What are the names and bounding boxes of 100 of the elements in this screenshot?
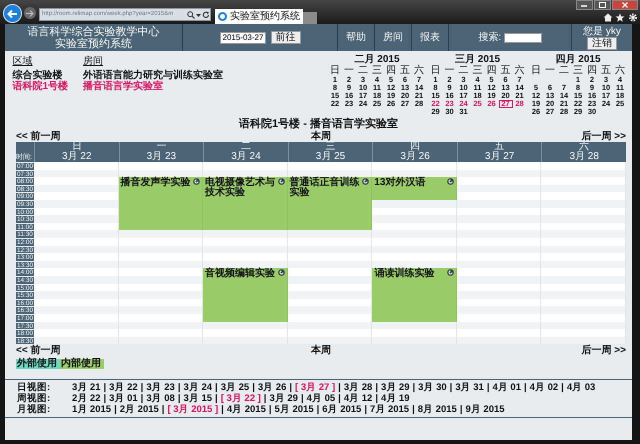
- weekday-label: 三: [472, 64, 484, 76]
- weekday-label: 三: [572, 64, 584, 76]
- view-link[interactable]: [ 3月 22 ]: [220, 392, 261, 404]
- view-link[interactable]: 3月 26: [258, 382, 286, 393]
- weekday-label: 四: [410, 142, 420, 152]
- legend-item: 内部使用: [60, 358, 104, 369]
- close-window-button[interactable]: [612, 0, 638, 10]
- booking-title: 音视频编辑实验: [205, 269, 276, 280]
- view-link[interactable]: 3月 22: [109, 382, 138, 393]
- search-field[interactable]: [504, 32, 542, 42]
- new-tab-button[interactable]: [303, 12, 317, 24]
- next-week-link[interactable]: 后一周 >>: [582, 345, 626, 356]
- view-link[interactable]: 6月 2015: [322, 404, 362, 415]
- view-link[interactable]: 4月 19: [380, 392, 410, 404]
- booking-header[interactable]: 诵读训练实验: [372, 268, 457, 292]
- view-link[interactable]: 3月 29: [269, 392, 298, 404]
- browser-tab[interactable]: 实验室预约系统: [215, 9, 303, 24]
- logout-button[interactable]: 注销: [587, 36, 617, 50]
- view-link[interactable]: 3月 30: [418, 382, 447, 393]
- refresh-icon[interactable]: [202, 10, 210, 18]
- prev-week-link[interactable]: << 前一周: [16, 345, 60, 356]
- calendar-title[interactable]: 三月 2015: [428, 54, 526, 64]
- view-link[interactable]: 3月 25: [220, 382, 250, 393]
- next-week-link[interactable]: 后一周 >>: [582, 131, 626, 142]
- column-heading[interactable]: 区域: [12, 56, 68, 67]
- nav-link[interactable]: 房间: [383, 32, 403, 43]
- view-link[interactable]: 7月 2015: [370, 404, 410, 415]
- separator: |: [338, 382, 341, 393]
- weekday-label: 一: [444, 64, 456, 76]
- booking-header[interactable]: 电视摄像艺术与技术实验: [203, 177, 288, 200]
- view-link[interactable]: 9月 2015: [465, 404, 505, 415]
- nav-link[interactable]: 报表: [420, 32, 440, 43]
- this-week-link[interactable]: 本周: [311, 131, 331, 142]
- view-link[interactable]: 4月 12: [344, 392, 372, 404]
- home-icon[interactable]: [602, 12, 612, 22]
- prev-week-link[interactable]: << 前一周: [16, 131, 60, 142]
- weekday-label: 六: [579, 142, 590, 152]
- separator: |: [268, 404, 272, 415]
- view-link[interactable]: 3月 21: [72, 382, 100, 393]
- maximize-button[interactable]: [594, 0, 610, 10]
- weekday-label: 三: [325, 142, 336, 152]
- view-link[interactable]: 1月 2015: [72, 404, 112, 415]
- view-link[interactable]: 3月 23: [146, 382, 175, 393]
- view-link[interactable]: 4月 05: [306, 392, 336, 404]
- view-link[interactable]: 3月 28: [344, 382, 372, 393]
- weekday-label: 一: [156, 142, 166, 152]
- booking-header[interactable]: 普通话正音训练实验: [288, 177, 372, 200]
- room-link[interactable]: 外语语言能力研究与训练实验室: [83, 70, 224, 80]
- weekday-label: 日: [530, 64, 542, 76]
- weekday-label: 四: [586, 64, 598, 76]
- view-label: 日视图:: [17, 382, 52, 393]
- booking-header[interactable]: 音视频编辑实验: [203, 268, 288, 292]
- forward-button[interactable]: [24, 7, 36, 19]
- column-heading[interactable]: 房间: [83, 56, 224, 67]
- date-label: 3月 26: [399, 152, 431, 162]
- booking-header[interactable]: 播音发声学实验: [118, 177, 204, 200]
- view-link[interactable]: [ 3月 2015 ]: [167, 404, 218, 415]
- view-link[interactable]: 3月 08: [146, 392, 175, 404]
- view-link[interactable]: 3月 15: [184, 392, 212, 404]
- view-link[interactable]: 3月 29: [380, 382, 410, 393]
- view-link[interactable]: 2月 2015: [120, 404, 159, 415]
- minimize-button[interactable]: [576, 0, 592, 10]
- legend-item: 外部使用: [16, 358, 60, 369]
- booking-header[interactable]: 13对外汉语: [372, 177, 457, 200]
- separator: |: [140, 392, 144, 404]
- view-link[interactable]: 4月 02: [530, 382, 558, 393]
- view-link[interactable]: 4月 03: [566, 382, 596, 393]
- view-link[interactable]: 3月 24: [184, 382, 212, 393]
- area-link[interactable]: 语科院1号楼: [12, 80, 68, 92]
- date-label: 3月 27: [484, 152, 516, 162]
- view-link[interactable]: 5月 2015: [274, 404, 314, 415]
- this-week-link[interactable]: 本周: [311, 345, 331, 356]
- page-icon: [218, 12, 227, 21]
- view-link[interactable]: 4月 01: [492, 382, 521, 393]
- calendar-title[interactable]: 二月 2015: [328, 54, 426, 64]
- star-icon[interactable]: [615, 12, 625, 22]
- weekday-label: 六: [413, 64, 425, 76]
- view-link[interactable]: 4月 2015: [226, 404, 266, 415]
- weekday-label: 六: [614, 64, 626, 76]
- view-link[interactable]: 2月 22: [72, 392, 100, 404]
- date-label: 3月 24: [230, 152, 262, 162]
- go-button[interactable]: 前往: [270, 31, 300, 44]
- separator: |: [215, 382, 218, 393]
- weekday-label: 二: [558, 64, 570, 76]
- separator: |: [486, 382, 490, 393]
- back-button[interactable]: [3, 4, 22, 23]
- calendar-title[interactable]: 四月 2015: [529, 54, 627, 64]
- area-link[interactable]: 综合实验楼: [12, 70, 68, 80]
- room-link[interactable]: 播音语言学实验室: [83, 80, 224, 92]
- nav-link[interactable]: 帮助: [346, 32, 366, 43]
- view-label: 周视图:: [17, 392, 52, 404]
- weekday-label: 日: [329, 64, 341, 76]
- view-link[interactable]: 8月 2015: [418, 404, 457, 415]
- separator: |: [412, 382, 416, 393]
- view-link[interactable]: [ 3月 27 ]: [295, 382, 336, 393]
- view-link[interactable]: 3月 01: [109, 392, 138, 404]
- settings-icon[interactable]: [628, 12, 638, 22]
- view-link[interactable]: 3月 31: [455, 382, 484, 393]
- search-icon[interactable]: [187, 10, 195, 18]
- weekday-label: 五: [399, 64, 411, 76]
